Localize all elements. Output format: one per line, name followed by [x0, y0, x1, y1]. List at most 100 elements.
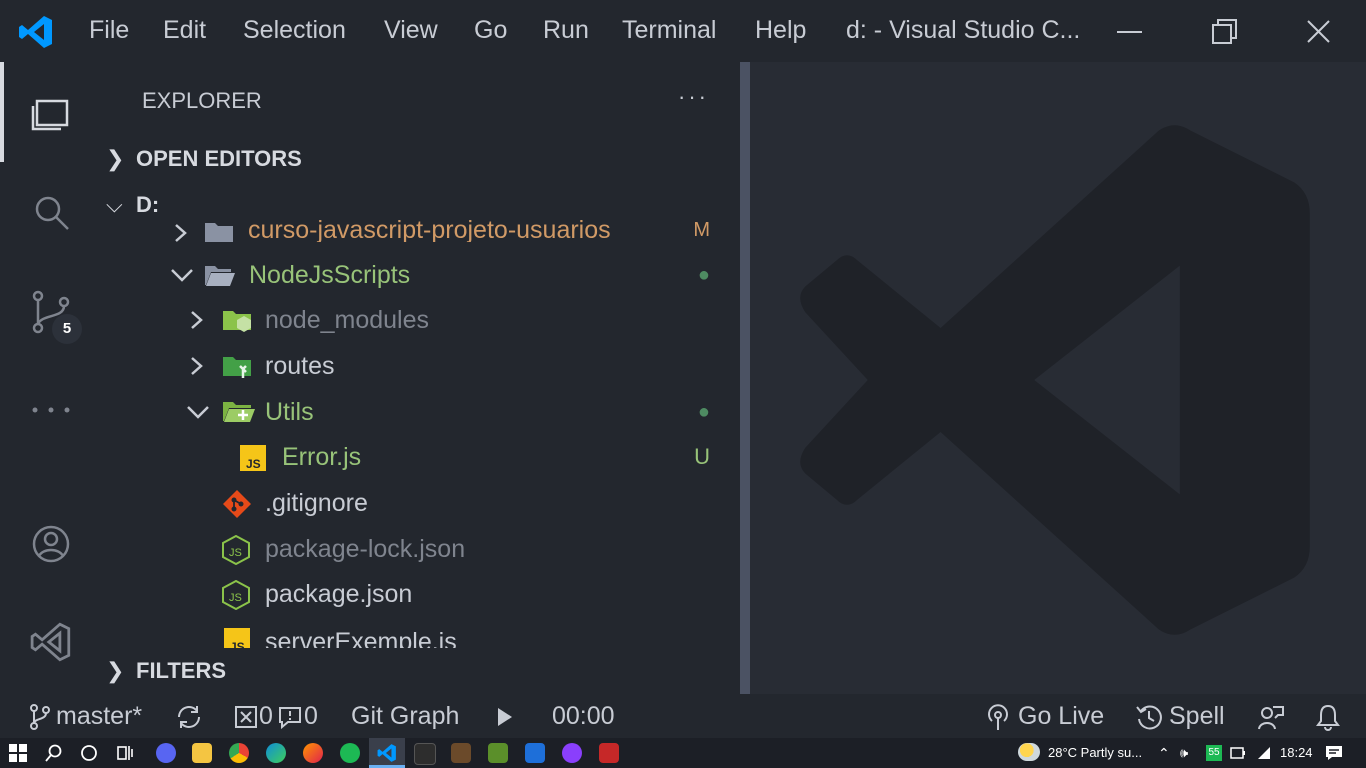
- activity-bar: [0, 62, 100, 694]
- firefox-icon[interactable]: [303, 743, 323, 763]
- menu-go[interactable]: Go: [474, 16, 507, 45]
- chevron-right-icon: ❯: [106, 146, 125, 171]
- warning-count[interactable]: 0: [304, 702, 318, 731]
- bell-icon[interactable]: [1315, 703, 1341, 731]
- windows-start-icon[interactable]: [9, 744, 27, 762]
- notifications-icon[interactable]: [1325, 744, 1343, 762]
- cortana-icon[interactable]: [80, 744, 98, 762]
- menu-selection[interactable]: Selection: [243, 16, 346, 45]
- vscode-taskbar-icon[interactable]: [377, 743, 397, 763]
- javascript-file-icon: JS: [224, 628, 250, 648]
- app-icon[interactable]: [488, 743, 508, 763]
- chevron-right-icon: [175, 224, 187, 242]
- file-explorer-icon[interactable]: [192, 743, 212, 763]
- weather-icon[interactable]: [1018, 743, 1040, 761]
- edge-icon[interactable]: [266, 743, 286, 763]
- nodejs-file-icon: JS: [222, 535, 250, 565]
- branch-status[interactable]: master*: [56, 702, 142, 731]
- calendar-icon[interactable]: [525, 743, 545, 763]
- menu-file[interactable]: File: [89, 16, 129, 45]
- javascript-file-icon: JS: [240, 445, 266, 471]
- source-control-badge: 5: [52, 314, 82, 344]
- vscode-logo-icon: [19, 16, 52, 48]
- clock[interactable]: 18:24: [1280, 745, 1313, 760]
- taskbar-search-icon[interactable]: [45, 744, 63, 762]
- git-graph-button[interactable]: Git Graph: [351, 702, 459, 731]
- chrome-icon[interactable]: [229, 743, 249, 763]
- open-editors-section[interactable]: ❯ OPEN EDITORS: [106, 146, 302, 172]
- chevron-down-icon: ⌵: [106, 192, 123, 217]
- tree-item-package-json[interactable]: JS package.json: [222, 572, 710, 616]
- menu-edit[interactable]: Edit: [163, 16, 206, 45]
- volume-icon[interactable]: 🕪: [1180, 745, 1188, 761]
- timer[interactable]: 00:00: [552, 702, 615, 731]
- svg-text:JS: JS: [229, 547, 242, 559]
- battery-icon[interactable]: [1230, 747, 1246, 759]
- nodejs-file-icon: JS: [222, 580, 250, 610]
- task-view-icon[interactable]: [116, 744, 134, 762]
- tree-item-node-modules[interactable]: node_modules: [186, 298, 710, 342]
- tree-item-error-js[interactable]: JS Error.js U: [240, 435, 710, 479]
- vscode-watermark-icon: [800, 125, 1310, 635]
- explorer-more-button[interactable]: ···: [678, 84, 709, 110]
- battery-badge[interactable]: 55: [1206, 745, 1222, 761]
- tree-item-package-lock[interactable]: JS package-lock.json: [222, 527, 710, 571]
- error-icon[interactable]: [234, 705, 258, 729]
- play-icon[interactable]: [495, 706, 515, 728]
- chevron-right-icon: ❯: [106, 658, 125, 683]
- untracked-badge: U: [694, 444, 710, 469]
- tree-item-nodejsscripts[interactable]: NodeJsScripts ●: [170, 253, 710, 297]
- status-dot: ●: [697, 264, 710, 286]
- more-views-icon[interactable]: [28, 400, 74, 420]
- explorer-icon[interactable]: [28, 92, 74, 132]
- folder-open-icon: [205, 266, 235, 286]
- chevron-down-icon: [171, 269, 193, 282]
- spell-button[interactable]: Spell: [1169, 702, 1225, 731]
- minecraft-icon[interactable]: [451, 743, 471, 763]
- search-icon[interactable]: [28, 192, 74, 232]
- chevron-right-icon: [191, 357, 203, 375]
- tree-item-gitignore[interactable]: .gitignore: [222, 481, 710, 525]
- menu-run[interactable]: Run: [543, 16, 589, 45]
- node-folder-icon: [223, 311, 251, 332]
- discord-icon[interactable]: [156, 743, 176, 763]
- amd-icon[interactable]: [599, 743, 619, 763]
- sidebar-scrollbar[interactable]: [740, 62, 750, 694]
- github-icon[interactable]: [562, 743, 582, 763]
- tree-item-curso[interactable]: curso-javascript-projeto-usuarios M: [170, 208, 710, 242]
- close-icon[interactable]: [1293, 12, 1343, 52]
- vscode-settings-icon[interactable]: [28, 622, 74, 662]
- menu-terminal[interactable]: Terminal: [622, 16, 716, 45]
- svg-text:JS: JS: [229, 592, 242, 604]
- spotify-icon[interactable]: [340, 743, 360, 763]
- svg-text:JS: JS: [230, 640, 245, 648]
- menu-help[interactable]: Help: [755, 16, 806, 45]
- error-count[interactable]: 0: [259, 702, 273, 731]
- status-dot: ●: [697, 401, 710, 423]
- terminal-icon[interactable]: [414, 743, 436, 765]
- history-icon[interactable]: [1135, 703, 1163, 731]
- root-folder-section[interactable]: ⌵ D:: [106, 192, 159, 218]
- activity-active-indicator: [0, 62, 4, 162]
- menu-view[interactable]: View: [384, 16, 438, 45]
- go-live-button[interactable]: Go Live: [1018, 702, 1104, 731]
- folder-icon: [205, 223, 233, 242]
- wifi-icon[interactable]: [1256, 745, 1272, 761]
- account-icon[interactable]: [28, 524, 74, 564]
- branch-icon: [30, 704, 50, 730]
- chevron-up-icon[interactable]: ⌃: [1158, 745, 1170, 762]
- tree-item-utils[interactable]: Utils ●: [186, 390, 710, 434]
- tree-item-routes[interactable]: routes: [186, 344, 710, 388]
- warning-icon[interactable]: [278, 705, 302, 729]
- restore-icon[interactable]: [1199, 12, 1249, 52]
- svg-text:JS: JS: [246, 457, 261, 471]
- modified-badge: M: [693, 219, 710, 241]
- sync-icon[interactable]: [174, 703, 204, 731]
- broadcast-icon[interactable]: [985, 703, 1011, 731]
- minimize-icon[interactable]: [1104, 12, 1154, 52]
- weather-text[interactable]: 28°C Partly su...: [1048, 745, 1142, 760]
- routes-folder-icon: [223, 357, 251, 378]
- tree-item-server-exemple[interactable]: JS serverExemple.js: [222, 618, 710, 648]
- feedback-icon[interactable]: [1257, 703, 1285, 731]
- filters-section[interactable]: ❯ FILTERS: [106, 658, 226, 684]
